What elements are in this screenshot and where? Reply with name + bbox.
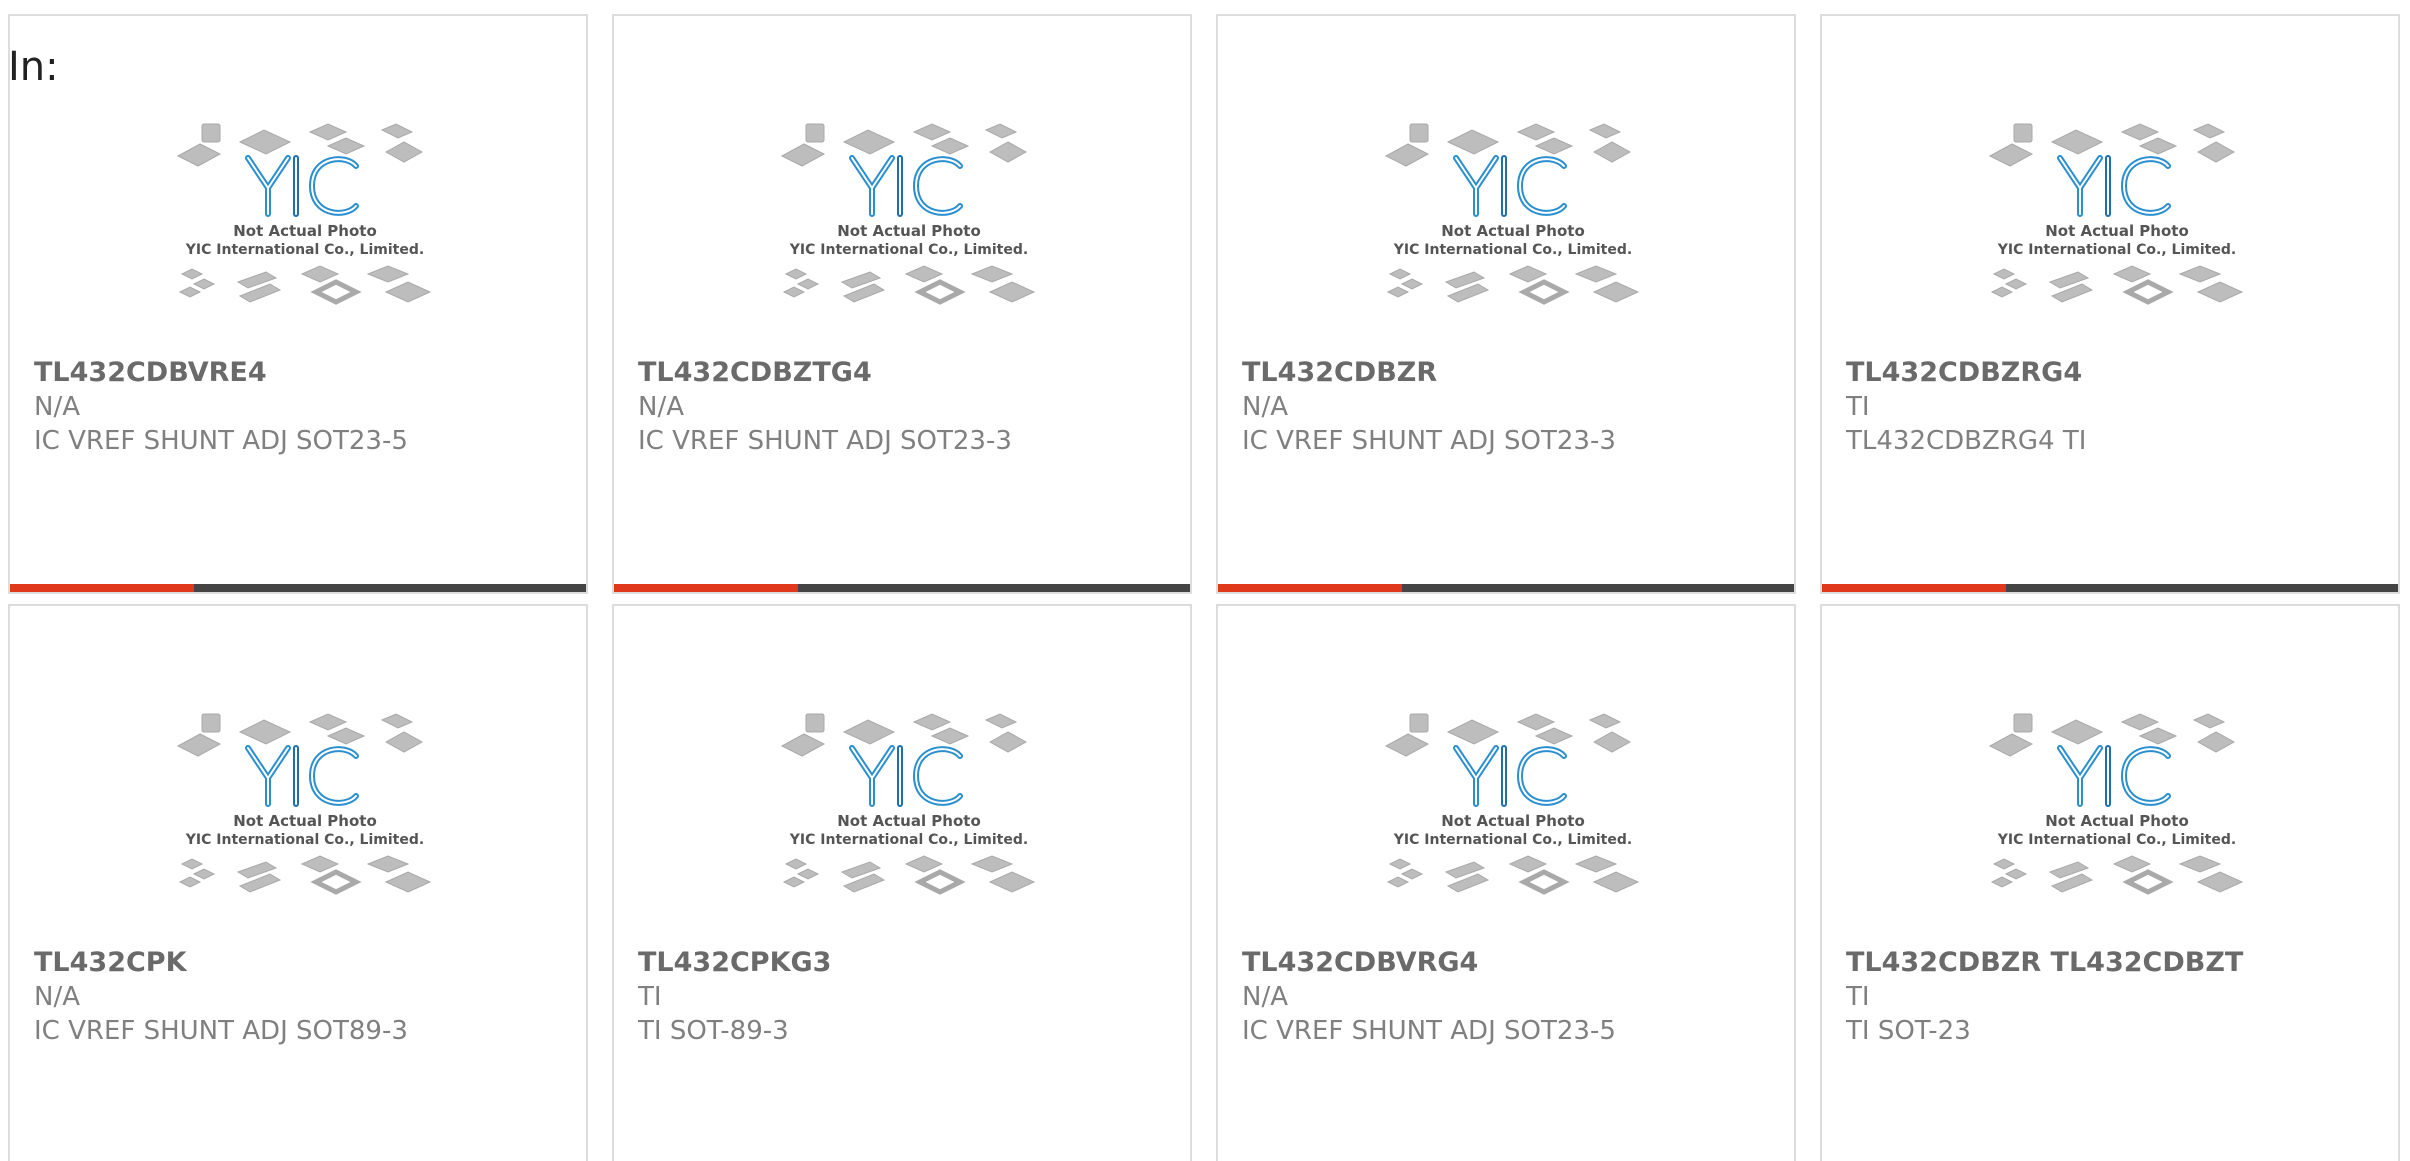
card-progress-bar [614, 584, 1190, 592]
description: IC VREF SHUNT ADJ SOT23-3 [638, 426, 1012, 456]
card-progress-fill [614, 584, 799, 592]
chip-placeholder-icon: Not Actual Photo YIC International Co., … [1384, 713, 1640, 895]
svg-text:YIC International Co., Limited: YIC International Co., Limited. [1393, 832, 1632, 848]
card-progress-bar [1822, 584, 2398, 592]
card-progress-fill [1218, 584, 1403, 592]
card-progress-bar [10, 584, 586, 592]
chip-placeholder-icon: Not Actual Photo YIC International Co., … [1988, 123, 2244, 305]
manufacturer: TI [1846, 982, 1870, 1012]
svg-text:Not Actual Photo: Not Actual Photo [2045, 812, 2189, 830]
product-card-1[interactable]: Not Actual Photo YIC International Co., … [8, 14, 588, 594]
product-card-8[interactable]: Not Actual Photo YIC International Co., … [1820, 604, 2400, 1161]
card-progress-fill [1822, 584, 2007, 592]
svg-text:Not Actual Photo: Not Actual Photo [837, 222, 981, 240]
product-card-2[interactable]: Not Actual Photo YIC International Co., … [612, 14, 1192, 594]
manufacturer: N/A [1242, 392, 1288, 422]
svg-text:Not Actual Photo: Not Actual Photo [2045, 222, 2189, 240]
card-progress-fill [10, 584, 195, 592]
manufacturer: N/A [1242, 982, 1288, 1012]
chip-placeholder-icon: Not Actual Photo YIC International Co., … [1384, 123, 1640, 305]
manufacturer: N/A [34, 392, 80, 422]
search-scope-label: In: [8, 44, 59, 90]
svg-text:YIC International Co., Limited: YIC International Co., Limited. [1393, 242, 1632, 258]
chip-placeholder-icon: Not Actual Photo YIC International Co., … [1988, 713, 2244, 895]
part-number[interactable]: TL432CDBVRE4 [34, 356, 566, 390]
chip-placeholder-icon: Not Actual Photo YIC International Co., … [176, 123, 432, 305]
description: IC VREF SHUNT ADJ SOT23-3 [1242, 426, 1616, 456]
product-card-3[interactable]: Not Actual Photo YIC International Co., … [1216, 14, 1796, 594]
svg-text:YIC International Co., Limited: YIC International Co., Limited. [185, 242, 424, 258]
manufacturer: N/A [34, 982, 80, 1012]
product-placeholder-image[interactable]: Not Actual Photo YIC International Co., … [160, 686, 450, 926]
product-card-7[interactable]: Not Actual Photo YIC International Co., … [1216, 604, 1796, 1161]
product-placeholder-image[interactable]: Not Actual Photo YIC International Co., … [1972, 686, 2262, 926]
svg-text:YIC International Co., Limited: YIC International Co., Limited. [185, 832, 424, 848]
manufacturer: N/A [638, 392, 684, 422]
description: IC VREF SHUNT ADJ SOT23-5 [1242, 1016, 1616, 1046]
product-placeholder-image[interactable]: Not Actual Photo YIC International Co., … [1972, 96, 2262, 336]
part-number[interactable]: TL432CPKG3 [638, 946, 1170, 980]
product-card-4[interactable]: Not Actual Photo YIC International Co., … [1820, 14, 2400, 594]
description: TI SOT-89-3 [638, 1016, 789, 1046]
description: TI SOT-23 [1846, 1016, 1971, 1046]
part-number[interactable]: TL432CDBZRG4 [1846, 356, 2378, 390]
card-progress-bar [1218, 584, 1794, 592]
svg-text:YIC International Co., Limited: YIC International Co., Limited. [789, 832, 1028, 848]
part-number[interactable]: TL432CDBZR TL432CDBZT [1846, 946, 2378, 980]
product-placeholder-image[interactable]: Not Actual Photo YIC International Co., … [1368, 96, 1658, 336]
svg-text:YIC International Co., Limited: YIC International Co., Limited. [1997, 832, 2236, 848]
manufacturer: TI [1846, 392, 1870, 422]
product-placeholder-image[interactable]: Not Actual Photo YIC International Co., … [764, 686, 1054, 926]
part-number[interactable]: TL432CDBZR [1242, 356, 1774, 390]
chip-placeholder-icon: Not Actual Photo YIC International Co., … [176, 713, 432, 895]
svg-text:Not Actual Photo: Not Actual Photo [1441, 812, 1585, 830]
product-grid: Not Actual Photo YIC International Co., … [8, 14, 2400, 1161]
product-card-5[interactable]: Not Actual Photo YIC International Co., … [8, 604, 588, 1161]
chip-placeholder-icon: Not Actual Photo YIC International Co., … [780, 713, 1036, 895]
svg-text:YIC International Co., Limited: YIC International Co., Limited. [789, 242, 1028, 258]
svg-text:Not Actual Photo: Not Actual Photo [233, 222, 377, 240]
description: IC VREF SHUNT ADJ SOT89-3 [34, 1016, 408, 1046]
part-number[interactable]: TL432CDBVRG4 [1242, 946, 1774, 980]
product-placeholder-image[interactable]: Not Actual Photo YIC International Co., … [160, 96, 450, 336]
part-number[interactable]: TL432CPK [34, 946, 566, 980]
svg-text:Not Actual Photo: Not Actual Photo [233, 812, 377, 830]
svg-text:Not Actual Photo: Not Actual Photo [1441, 222, 1585, 240]
manufacturer: TI [638, 982, 662, 1012]
description: IC VREF SHUNT ADJ SOT23-5 [34, 426, 408, 456]
product-placeholder-image[interactable]: Not Actual Photo YIC International Co., … [764, 96, 1054, 336]
product-placeholder-image[interactable]: Not Actual Photo YIC International Co., … [1368, 686, 1658, 926]
svg-text:YIC International Co., Limited: YIC International Co., Limited. [1997, 242, 2236, 258]
part-number[interactable]: TL432CDBZTG4 [638, 356, 1170, 390]
svg-text:Not Actual Photo: Not Actual Photo [837, 812, 981, 830]
description: TL432CDBZRG4 TI [1846, 426, 2087, 456]
chip-placeholder-icon: Not Actual Photo YIC International Co., … [780, 123, 1036, 305]
product-card-6[interactable]: Not Actual Photo YIC International Co., … [612, 604, 1192, 1161]
page: In: Not Actual Photo YIC International C… [0, 0, 2410, 1161]
